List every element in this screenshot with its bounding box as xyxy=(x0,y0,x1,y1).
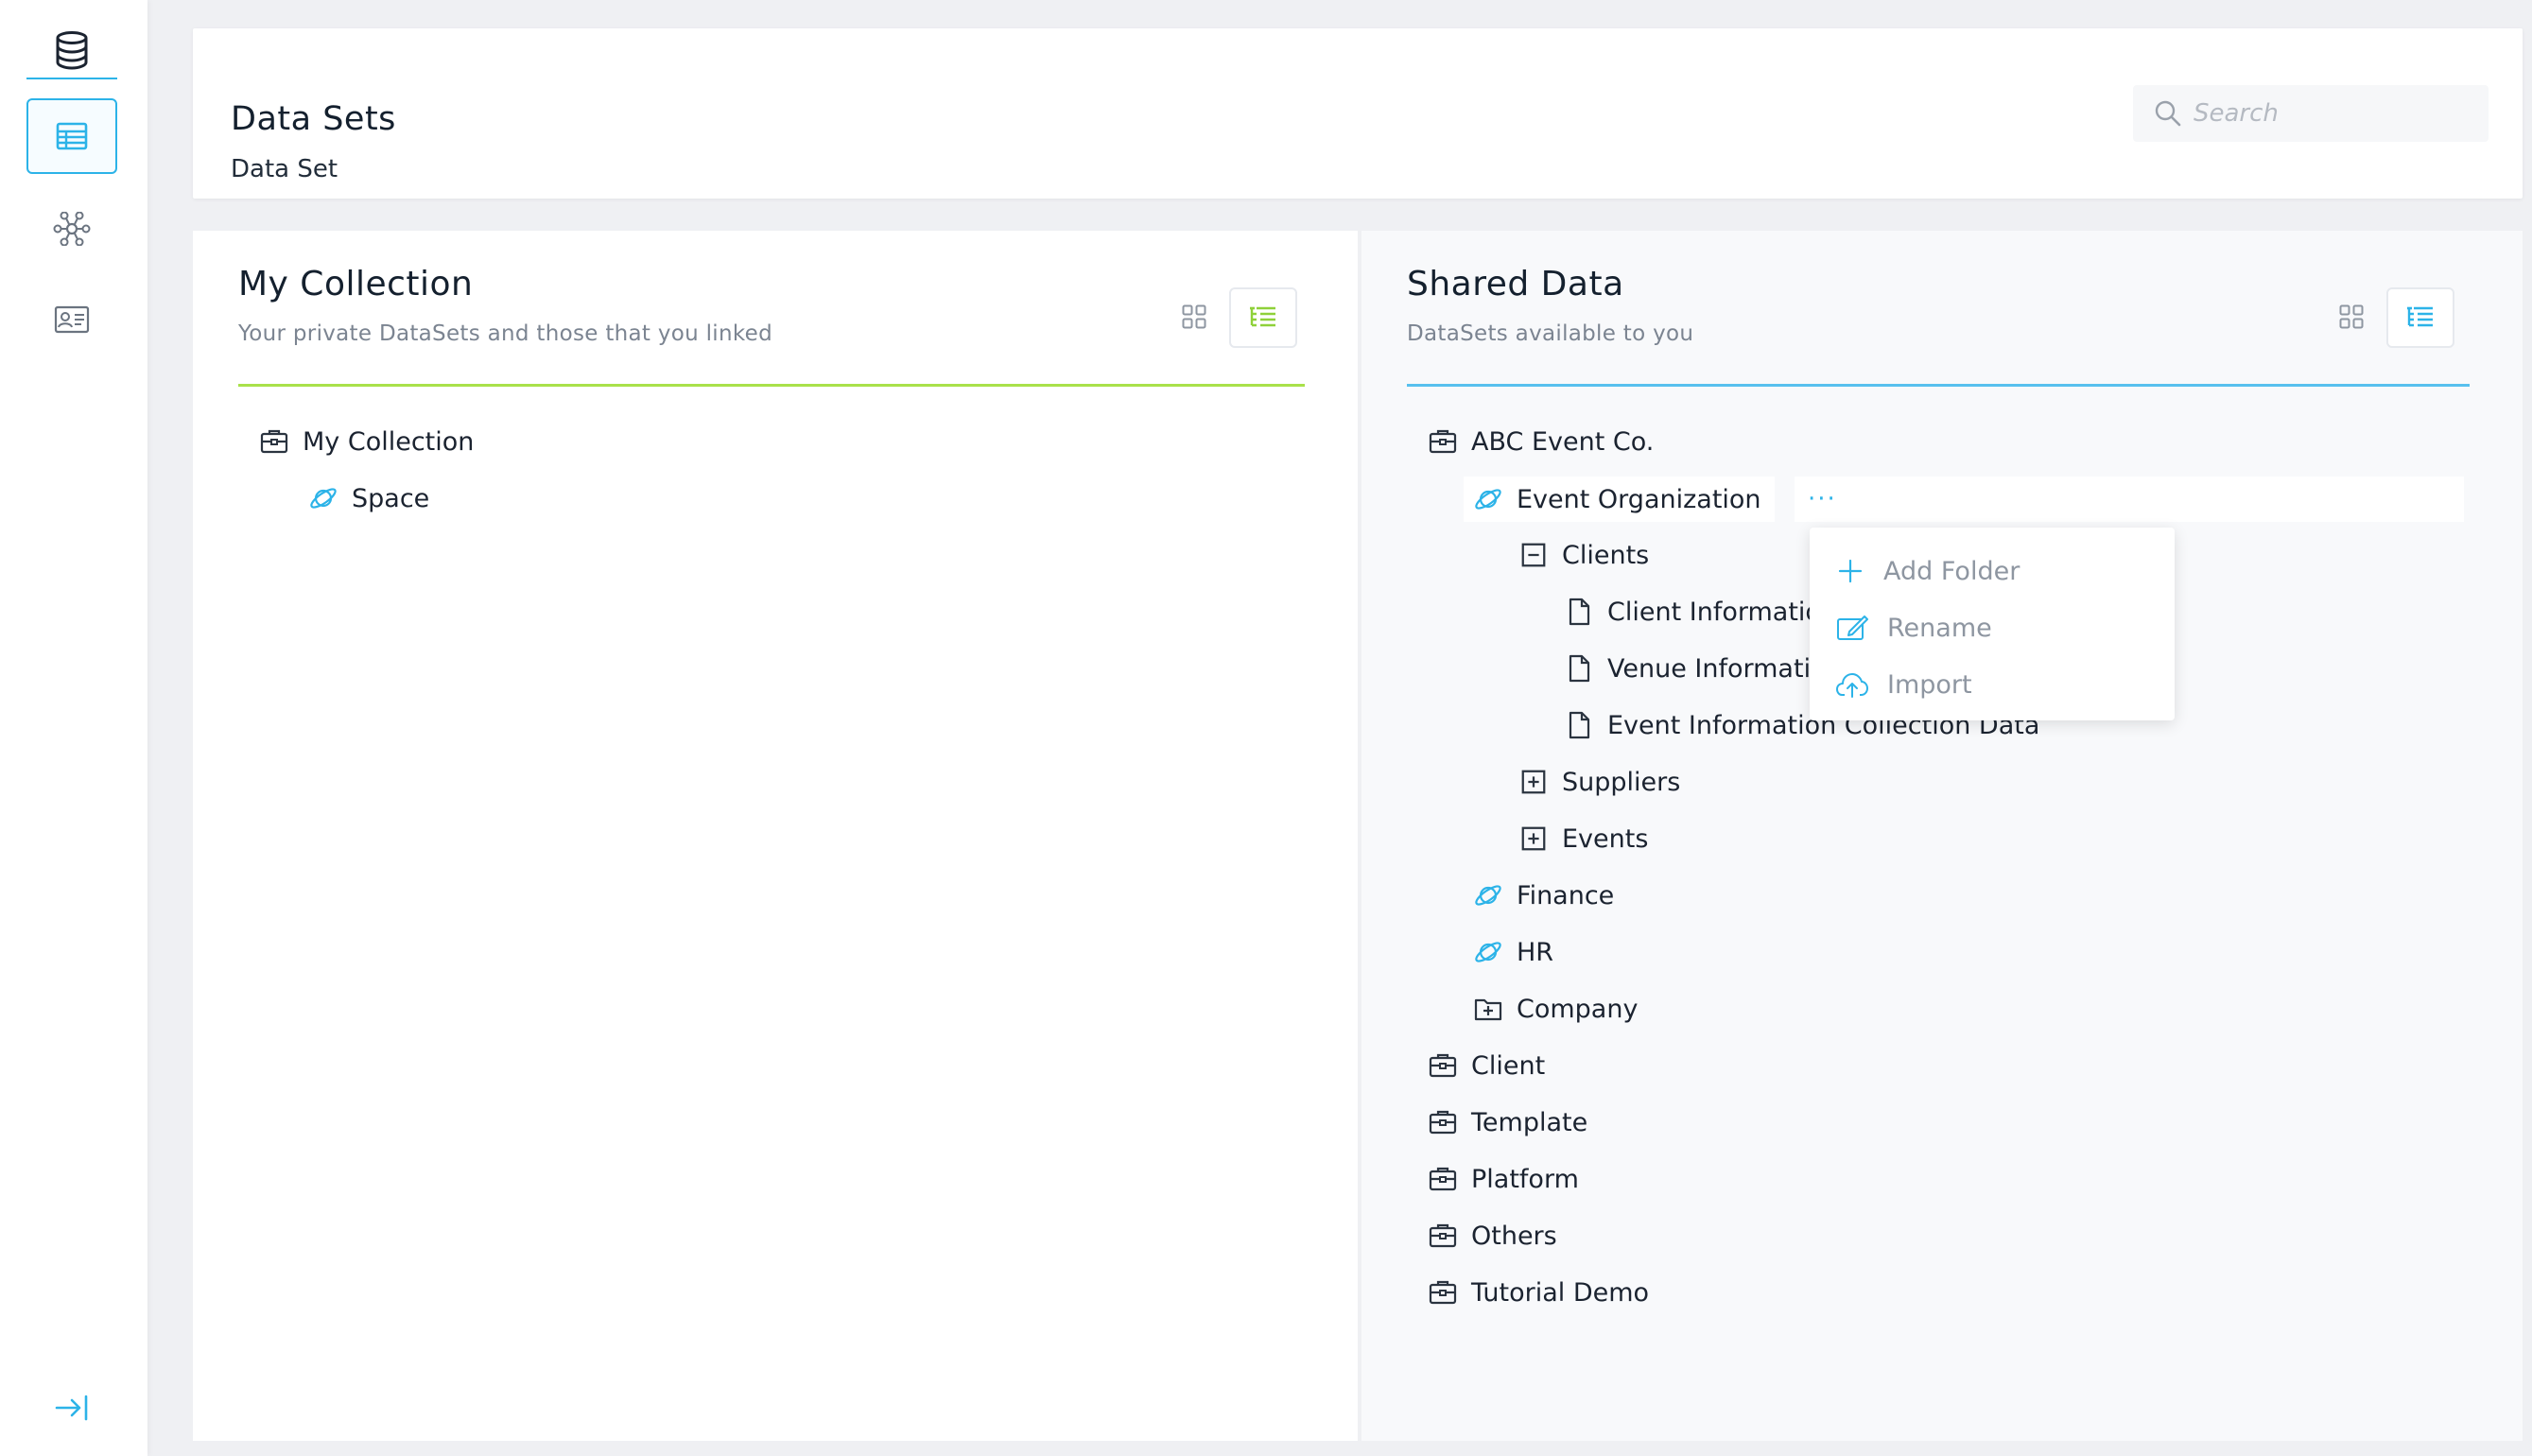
network-graph-icon xyxy=(52,212,92,246)
shared-data-subtitle: DataSets available to you xyxy=(1407,321,1694,346)
briefcase-icon xyxy=(1426,1275,1460,1309)
table-icon xyxy=(56,122,88,150)
tree-item-event-organization[interactable]: Event Organization xyxy=(1464,477,1775,522)
collapse-box-icon[interactable] xyxy=(1517,538,1551,572)
briefcase-icon xyxy=(257,425,291,459)
tree-item-label: Suppliers xyxy=(1562,767,1681,797)
briefcase-icon xyxy=(1426,1219,1460,1253)
tree-item-label: My Collection xyxy=(303,426,475,457)
tree-item-venue-information[interactable]: Venue Information xyxy=(1562,646,1843,691)
tree-item-label: Platform xyxy=(1471,1164,1579,1194)
file-icon xyxy=(1562,708,1596,742)
tree-list-icon xyxy=(1249,306,1277,329)
tree-item-client[interactable]: Client xyxy=(1426,1043,1545,1088)
context-menu: Add Folder Rename Import xyxy=(1810,528,2175,720)
tree-item-my-collection[interactable]: My Collection xyxy=(257,419,474,464)
shared-data-title: Shared Data xyxy=(1407,265,1624,303)
folder-plus-icon xyxy=(1471,992,1505,1026)
tree-item-label: Template xyxy=(1471,1107,1588,1137)
briefcase-icon xyxy=(1426,425,1460,459)
tree-item-label: Company xyxy=(1517,994,1639,1024)
tree-item-label: Client Information xyxy=(1607,597,1838,627)
menu-item-label: Rename xyxy=(1887,613,1992,643)
my-collection-subtitle: Your private DataSets and those that you… xyxy=(238,321,773,346)
plus-icon xyxy=(1836,557,1864,585)
grid-view-icon[interactable] xyxy=(1182,304,1206,329)
sidebar-item-contacts[interactable] xyxy=(26,282,117,357)
expand-box-icon[interactable] xyxy=(1517,822,1551,856)
sidebar xyxy=(0,0,147,1456)
tree-item-events[interactable]: Events xyxy=(1517,816,1648,861)
ellipsis-icon: ··· xyxy=(1808,485,1837,513)
collapse-right-icon[interactable] xyxy=(55,1394,89,1422)
tree-item-label: Event Organization xyxy=(1517,484,1761,514)
database-icon[interactable] xyxy=(53,30,91,70)
tree-view-button[interactable] xyxy=(1229,287,1297,348)
briefcase-icon xyxy=(1426,1105,1460,1139)
tree-item-tutorial-demo[interactable]: Tutorial Demo xyxy=(1426,1270,1649,1315)
tree-item-label: Client xyxy=(1471,1050,1546,1081)
tree-item-label: Space xyxy=(352,483,430,513)
menu-item-label: Add Folder xyxy=(1883,556,2020,586)
more-options-button[interactable]: ··· xyxy=(1795,477,2464,522)
tree-item-clients[interactable]: Clients xyxy=(1517,532,1649,578)
expand-box-icon[interactable] xyxy=(1517,765,1551,799)
file-icon xyxy=(1562,595,1596,629)
sidebar-divider xyxy=(26,78,117,79)
planet-icon xyxy=(306,481,340,515)
my-collection-panel: My Collection Your private DataSets and … xyxy=(193,231,1358,1441)
menu-item-label: Import xyxy=(1887,669,1972,700)
tree-item-label: Clients xyxy=(1562,540,1650,570)
tree-item-client-information[interactable]: Client Information xyxy=(1562,589,1837,634)
tree-item-label: Tutorial Demo xyxy=(1471,1277,1650,1308)
menu-item-import[interactable]: Import xyxy=(1810,656,2175,713)
briefcase-icon xyxy=(1426,1162,1460,1196)
edit-icon xyxy=(1836,614,1868,642)
search-icon xyxy=(2154,99,2182,128)
tree-item-hr[interactable]: HR xyxy=(1471,929,1553,975)
tree-item-suppliers[interactable]: Suppliers xyxy=(1517,759,1680,805)
tree-item-label: HR xyxy=(1517,937,1554,967)
shared-data-accent-line xyxy=(1407,384,2470,387)
planet-icon xyxy=(1471,482,1505,516)
tree-item-platform[interactable]: Platform xyxy=(1426,1156,1579,1202)
planet-icon xyxy=(1471,935,1505,969)
tree-item-template[interactable]: Template xyxy=(1426,1100,1587,1145)
planet-icon xyxy=(1471,878,1505,912)
tree-item-label: Venue Information xyxy=(1607,653,1843,684)
tree-item-label: ABC Event Co. xyxy=(1471,426,1655,457)
search-input[interactable] xyxy=(2194,99,2477,128)
page-subtitle: Data Set xyxy=(231,155,338,183)
tree-list-icon xyxy=(2406,306,2435,329)
tree-item-others[interactable]: Others xyxy=(1426,1213,1557,1258)
contact-card-icon xyxy=(54,305,90,334)
page-title: Data Sets xyxy=(231,100,396,138)
my-collection-accent-line xyxy=(238,384,1305,387)
search-box[interactable] xyxy=(2133,85,2489,142)
grid-view-icon[interactable] xyxy=(2339,304,2364,329)
tree-item-label: Others xyxy=(1471,1221,1557,1251)
tree-item-label: Events xyxy=(1562,823,1649,854)
tree-item-label: Finance xyxy=(1517,880,1615,910)
tree-item-company[interactable]: Company xyxy=(1471,986,1638,1031)
menu-item-add-folder[interactable]: Add Folder xyxy=(1810,543,2175,599)
page-header: Data Sets Data Set xyxy=(193,28,2523,199)
file-icon xyxy=(1562,651,1596,685)
sidebar-item-graph[interactable] xyxy=(26,191,117,267)
tree-item-space[interactable]: Space xyxy=(306,476,429,521)
my-collection-title: My Collection xyxy=(238,265,474,303)
tree-item-abc-event-co[interactable]: ABC Event Co. xyxy=(1426,419,1654,464)
cloud-upload-icon xyxy=(1836,671,1868,698)
tree-view-button[interactable] xyxy=(2386,287,2454,348)
menu-item-rename[interactable]: Rename xyxy=(1810,599,2175,656)
sidebar-item-datasets[interactable] xyxy=(26,98,117,174)
tree-item-finance[interactable]: Finance xyxy=(1471,873,1614,918)
briefcase-icon xyxy=(1426,1049,1460,1083)
